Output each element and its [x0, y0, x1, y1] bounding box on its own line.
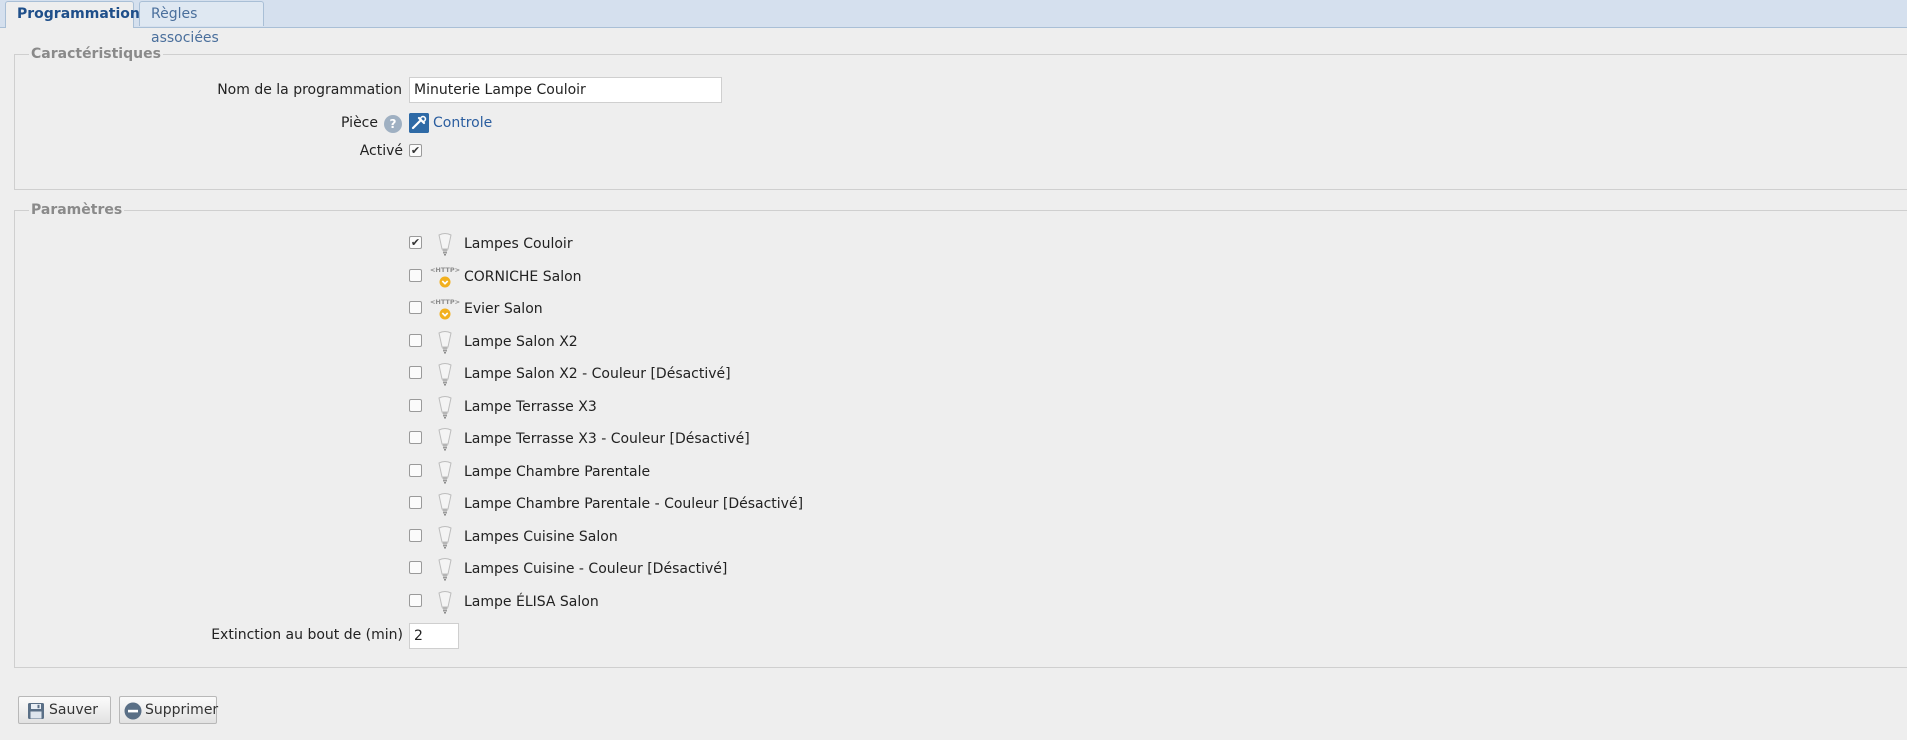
bulb-icon [437, 590, 453, 614]
svg-text:<HTTP>: <HTTP> [430, 298, 460, 306]
delete-button-label: Supprimer [145, 702, 219, 718]
room-link[interactable]: Controle [433, 112, 492, 134]
device-label: Lampes Cuisine - Couleur [Désactivé] [464, 561, 728, 577]
device-checkbox[interactable] [409, 301, 422, 314]
http-icon: <HTTP> [430, 297, 460, 321]
floppy-disk-icon [27, 702, 45, 720]
svg-text:<HTTP>: <HTTP> [430, 266, 460, 274]
tab-bar: Programmation Règles associées [0, 0, 1907, 46]
device-label: Lampe Salon X2 - Couleur [Désactivé] [464, 366, 731, 382]
programmation-panel: Programmation Règles associées Caractéri… [0, 0, 1907, 740]
characteristics-legend: Caractéristiques [31, 46, 161, 62]
room-label: Pièce [341, 115, 378, 131]
device-label: Lampes Couloir [464, 236, 573, 252]
device-label: Lampe Salon X2 [464, 334, 578, 350]
bulb-icon [437, 427, 453, 451]
device-checkbox[interactable] [409, 561, 422, 574]
active-checkbox[interactable]: ✔ [409, 144, 422, 157]
device-checkbox[interactable] [409, 529, 422, 542]
device-checkbox[interactable] [409, 366, 422, 379]
device-checkbox[interactable] [409, 496, 422, 509]
device-label: Evier Salon [464, 301, 543, 317]
delete-button[interactable]: Supprimer [119, 696, 219, 724]
bulb-icon [437, 232, 453, 256]
device-label: CORNICHE Salon [464, 269, 582, 285]
device-label: Lampes Cuisine Salon [464, 529, 618, 545]
parameters-legend: Paramètres [31, 202, 123, 218]
device-label: Lampe ÉLISA Salon [464, 594, 599, 610]
device-label: Lampe Terrasse X3 - Couleur [Désactivé] [464, 431, 750, 447]
bulb-icon [437, 395, 453, 419]
device-label: Lampe Terrasse X3 [464, 399, 597, 415]
parameters-group: Paramètres [14, 202, 1907, 668]
bulb-icon [437, 525, 453, 549]
http-icon: <HTTP> [430, 265, 460, 289]
room-controle-icon [409, 113, 429, 133]
device-checkbox[interactable] [409, 269, 422, 282]
active-label: Activé [359, 143, 403, 159]
timeout-input[interactable] [409, 623, 459, 649]
save-button-label: Sauver [49, 702, 98, 718]
device-checkbox[interactable] [409, 594, 422, 607]
name-input[interactable] [409, 77, 722, 103]
timeout-label: Extinction au bout de (min) [211, 627, 403, 643]
bulb-icon [437, 460, 453, 484]
name-label: Nom de la programmation [217, 82, 402, 98]
bulb-icon [437, 330, 453, 354]
device-checkbox[interactable] [409, 399, 422, 412]
help-icon[interactable]: ? [384, 115, 402, 133]
bulb-icon [437, 492, 453, 516]
device-checkbox[interactable] [409, 334, 422, 347]
tab-regles-associees[interactable]: Règles associées [139, 1, 264, 46]
bulb-icon [437, 362, 453, 386]
minus-circle-icon [124, 702, 142, 720]
save-button[interactable]: Sauver [18, 696, 111, 724]
device-label: Lampe Chambre Parentale [464, 464, 651, 480]
tab-programmation[interactable]: Programmation [5, 1, 140, 28]
device-label: Lampe Chambre Parentale - Couleur [Désac… [464, 496, 804, 512]
device-checkbox[interactable]: ✔ [409, 236, 422, 249]
bulb-icon [437, 557, 453, 581]
device-checkbox[interactable] [409, 464, 422, 477]
device-checkbox[interactable] [409, 431, 422, 444]
